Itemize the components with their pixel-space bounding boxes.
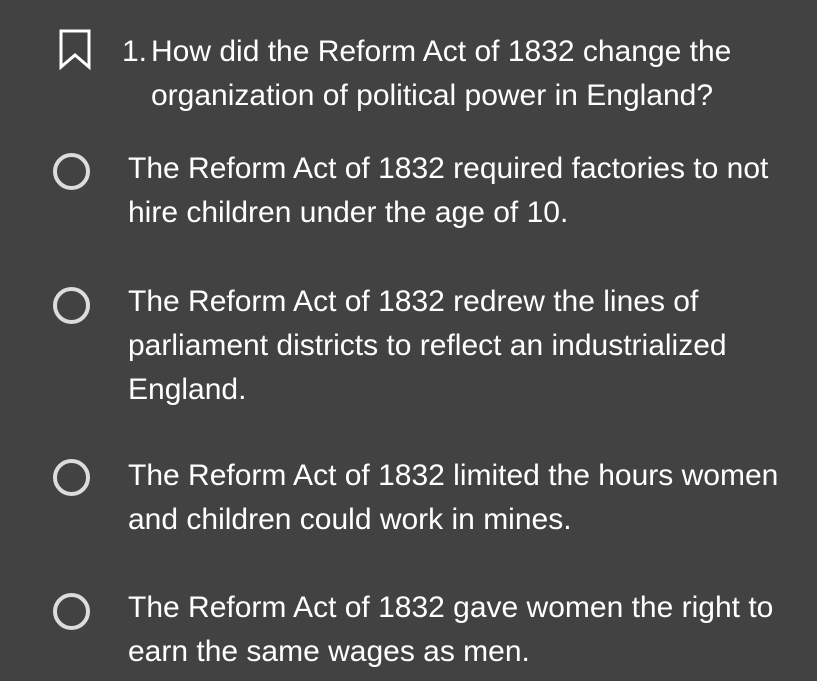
answer-option-2[interactable]: The Reform Act of 1832 redrew the lines … xyxy=(0,278,817,418)
bookmark-icon[interactable] xyxy=(58,28,92,70)
answer-option-4[interactable]: The Reform Act of 1832 gave women the ri… xyxy=(0,584,817,681)
answer-option-2-text: The Reform Act of 1832 redrew the lines … xyxy=(128,285,727,406)
radio-button-3[interactable] xyxy=(53,459,90,496)
answer-option-4-text: The Reform Act of 1832 gave women the ri… xyxy=(128,591,774,668)
answer-option-1[interactable]: The Reform Act of 1832 required factorie… xyxy=(0,145,817,245)
answer-option-3[interactable]: The Reform Act of 1832 limited the hours… xyxy=(0,452,817,552)
radio-button-1[interactable] xyxy=(53,153,90,190)
question-text: How did the Reform Act of 1832 change th… xyxy=(151,35,732,112)
question: 1. How did the Reform Act of 1832 change… xyxy=(0,0,817,135)
radio-button-4[interactable] xyxy=(53,593,90,630)
radio-button-2[interactable] xyxy=(53,287,90,324)
answer-option-3-text: The Reform Act of 1832 limited the hours… xyxy=(128,459,779,536)
question-number: 1. xyxy=(122,35,148,68)
answer-option-1-text: The Reform Act of 1832 required factorie… xyxy=(128,152,769,229)
